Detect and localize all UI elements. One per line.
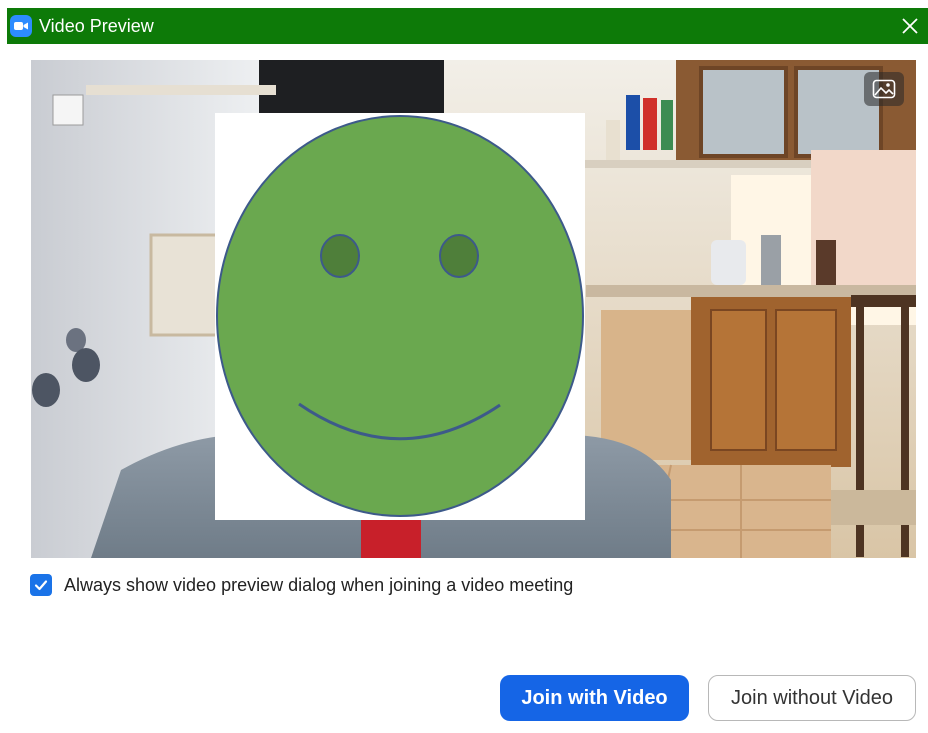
smiley-avatar-overlay [215,113,585,520]
window-title: Video Preview [39,15,154,36]
close-icon[interactable] [896,12,924,40]
always-show-preview-option[interactable]: Always show video preview dialog when jo… [30,574,573,596]
zoom-camera-icon [10,15,32,37]
join-with-video-button[interactable]: Join with Video [500,675,689,721]
smiley-face-icon [216,115,584,517]
video-preview-window: Video Preview Always show video preview … [0,0,928,733]
virtual-background-button[interactable] [864,72,904,106]
join-without-video-button[interactable]: Join without Video [708,675,916,721]
video-preview [31,60,916,558]
always-show-preview-label[interactable]: Always show video preview dialog when jo… [64,575,573,596]
image-background-icon [872,79,896,99]
checkmark-icon [34,580,48,591]
title-bar: Video Preview [7,8,928,44]
always-show-preview-checkbox[interactable] [30,574,52,596]
